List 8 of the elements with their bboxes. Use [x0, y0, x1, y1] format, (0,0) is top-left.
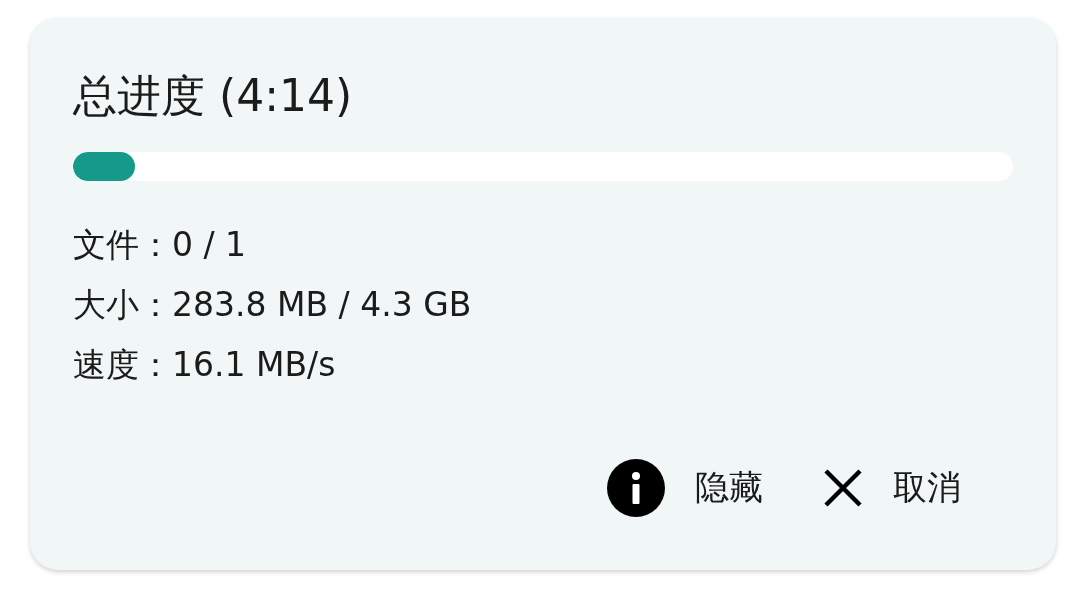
info-icon — [607, 459, 665, 517]
dialog-title: 总进度 (4:14) — [73, 70, 354, 122]
cancel-button[interactable]: 取消 — [823, 459, 961, 517]
stat-line: 文件：0 / 1 — [73, 224, 248, 266]
hide-button[interactable]: 隐藏 — [607, 459, 763, 517]
stat-line: 速度：16.1 MB/s — [73, 344, 337, 386]
close-icon — [823, 468, 863, 508]
stat-line: 大小：283.8 MB / 4.3 GB — [73, 284, 473, 326]
